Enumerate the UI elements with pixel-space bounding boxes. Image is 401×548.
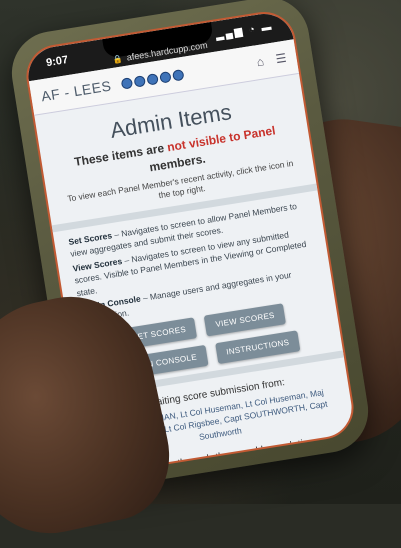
home-icon[interactable]: ⌂ xyxy=(256,54,265,69)
lock-icon: 🔒 xyxy=(111,54,124,65)
menu-icon[interactable]: ☰ xyxy=(275,51,288,67)
unit-logo-icon xyxy=(133,74,146,88)
unit-logos xyxy=(120,68,185,90)
view-scores-button[interactable]: VIEW SCORES xyxy=(203,302,287,337)
unit-logo-icon xyxy=(171,68,185,82)
unit-logo-icon xyxy=(145,72,159,86)
unit-logo-icon xyxy=(120,76,133,90)
app-title[interactable]: AF - LEES xyxy=(40,78,112,105)
unit-logo-icon xyxy=(158,70,172,84)
